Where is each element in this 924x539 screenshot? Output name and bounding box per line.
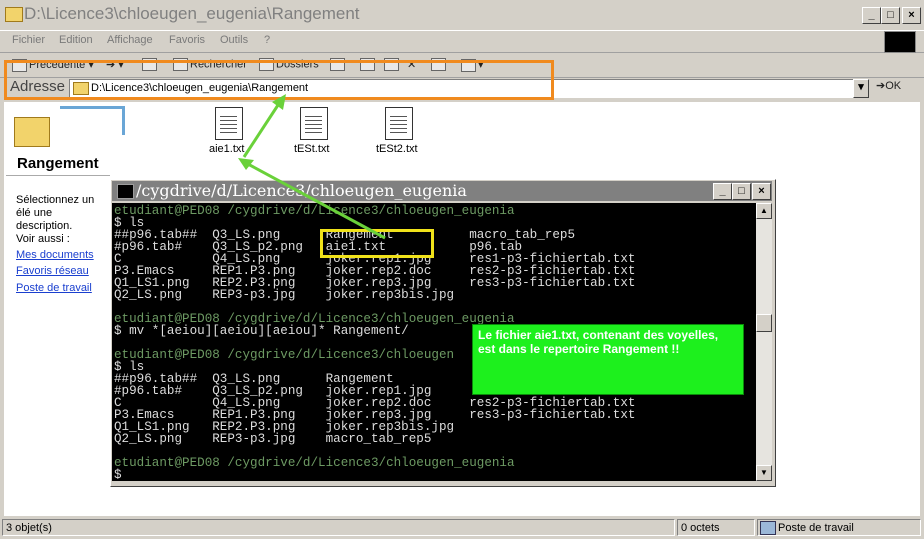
annotation-arrows: [238, 94, 386, 240]
arrow-head-file: [238, 158, 254, 170]
arrow-head-address: [272, 94, 286, 110]
arrow-to-address: [242, 101, 282, 158]
arrow-to-file: [245, 161, 386, 240]
